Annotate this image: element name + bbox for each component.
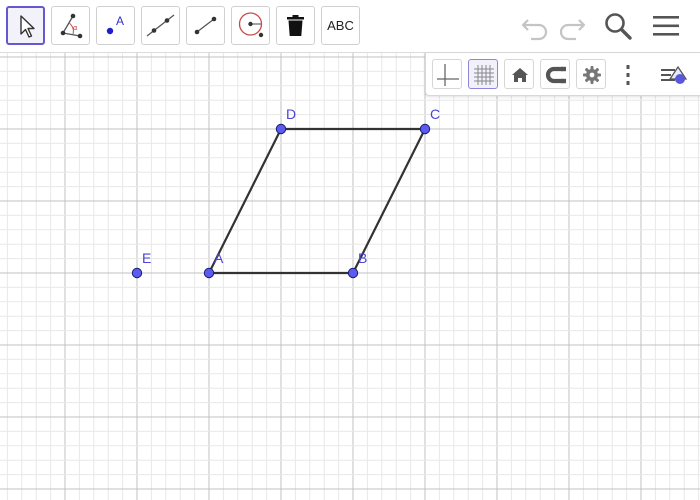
home-icon: [512, 68, 528, 82]
undo-icon[interactable]: [519, 10, 551, 42]
circle-tool[interactable]: [231, 6, 270, 45]
style-bar-toggle-button[interactable]: [658, 59, 688, 89]
point-E[interactable]: [131, 267, 143, 279]
text-tool-label: ABC: [327, 18, 354, 33]
point-label-D: D: [286, 106, 296, 122]
search-icon[interactable]: [602, 10, 634, 42]
point-C[interactable]: [419, 123, 431, 135]
point-capturing-button[interactable]: [540, 59, 570, 89]
redo-icon[interactable]: [556, 10, 588, 42]
axes-toggle-button[interactable]: [432, 59, 462, 89]
settings-button[interactable]: [576, 59, 606, 89]
standard-view-button[interactable]: [504, 59, 534, 89]
more-options-button[interactable]: [612, 59, 642, 89]
magnet-icon: [545, 66, 566, 84]
point-label-A: A: [214, 250, 224, 266]
point-icon: A: [106, 14, 124, 35]
point-label-B: B: [358, 250, 367, 266]
text-tool[interactable]: ABC: [321, 6, 360, 45]
line-icon: [146, 14, 175, 37]
toolbar: α A ABC: [0, 0, 700, 53]
point-B[interactable]: [347, 267, 359, 279]
move-tool[interactable]: [6, 6, 45, 45]
segment-icon: [194, 16, 217, 35]
graphics-style-bar: [425, 53, 700, 96]
segment-tool[interactable]: [186, 6, 225, 45]
grid-toggle-button[interactable]: [468, 59, 498, 89]
line-tool[interactable]: [141, 6, 180, 45]
grid-icon: [474, 65, 494, 85]
point-A[interactable]: [203, 267, 215, 279]
more-icon: [626, 65, 630, 85]
cursor-icon: [20, 15, 35, 38]
angle-tool[interactable]: α: [51, 6, 90, 45]
menu-icon[interactable]: [650, 10, 682, 42]
point-label-C: C: [430, 106, 440, 122]
axes-icon: [437, 64, 459, 86]
trash-icon: [287, 15, 304, 36]
point-tool[interactable]: A: [96, 6, 135, 45]
delete-tool[interactable]: [276, 6, 315, 45]
circle-icon: [238, 12, 264, 38]
point-D[interactable]: [275, 123, 287, 135]
style-bar-toggle-icon: [661, 65, 688, 84]
svg-text:α: α: [73, 24, 78, 32]
point-tool-label: A: [116, 14, 124, 28]
point-label-E: E: [142, 250, 151, 266]
settings-icon: [583, 66, 601, 84]
angle-icon: α: [60, 13, 83, 39]
